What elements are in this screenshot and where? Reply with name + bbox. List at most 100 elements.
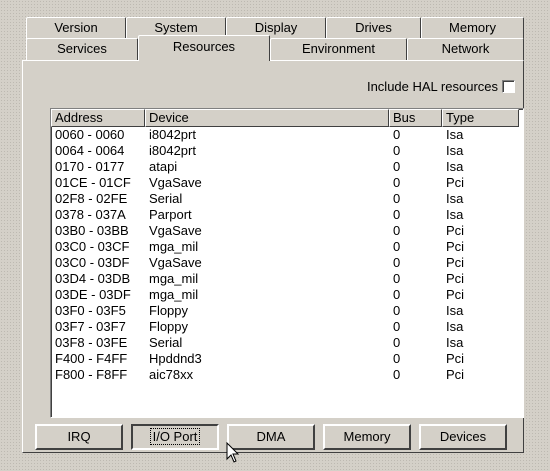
table-cell: mga_mil bbox=[149, 271, 199, 286]
tab-network[interactable]: Network bbox=[407, 38, 524, 60]
irq-button[interactable]: IRQ bbox=[35, 424, 123, 450]
table-cell: VgaSave bbox=[149, 223, 202, 238]
table-cell: 0378 - 037A bbox=[55, 207, 126, 222]
hal-resources-checkbox[interactable] bbox=[502, 80, 515, 93]
table-cell: Isa bbox=[446, 143, 464, 158]
table-cell: VgaSave bbox=[149, 175, 202, 190]
resource-list[interactable]: Address Device Bus Type 0060 - 0060 i8042… bbox=[50, 108, 524, 418]
table-cell: Isa bbox=[446, 335, 464, 350]
table-cell: Hpddnd3 bbox=[149, 351, 202, 366]
io-port-button[interactable]: I/O Port bbox=[131, 424, 219, 450]
table-cell: 0 bbox=[393, 287, 401, 302]
table-cell: mga_mil bbox=[149, 239, 199, 254]
dma-button[interactable]: DMA bbox=[227, 424, 315, 450]
table-cell: Pci bbox=[446, 287, 465, 302]
table-row[interactable]: 03F8 - 03FE Serial 0 Isa bbox=[51, 335, 523, 351]
table-cell: Serial bbox=[149, 335, 183, 350]
table-cell: 02F8 - 02FE bbox=[55, 191, 128, 206]
table-cell: Pci bbox=[446, 351, 465, 366]
tab-memory[interactable]: Memory bbox=[421, 17, 524, 39]
tab-environment[interactable]: Environment bbox=[270, 38, 407, 60]
table-row[interactable]: 0378 - 037A Parport 0 Isa bbox=[51, 207, 523, 223]
table-cell: i8042prt bbox=[149, 127, 196, 142]
table-cell: 03F0 - 03F5 bbox=[55, 303, 126, 318]
column-header-device[interactable]: Device bbox=[145, 109, 389, 127]
column-header-type[interactable]: Type bbox=[442, 109, 519, 127]
table-cell: Isa bbox=[446, 207, 464, 222]
table-row[interactable]: 03B0 - 03BB VgaSave 0 Pci bbox=[51, 223, 523, 239]
table-row[interactable]: 03C0 - 03CF mga_mil 0 Pci bbox=[51, 239, 523, 255]
table-cell: 0 bbox=[393, 239, 401, 254]
table-cell: 0 bbox=[393, 319, 401, 334]
table-row[interactable]: 03D4 - 03DB mga_mil 0 Pci bbox=[51, 271, 523, 287]
table-cell: 01CE - 01CF bbox=[55, 175, 131, 190]
table-cell: 0 bbox=[393, 255, 401, 270]
memory-button-label: Memory bbox=[343, 429, 391, 444]
table-cell: 0 bbox=[393, 159, 401, 174]
mouse-pointer-icon bbox=[226, 442, 240, 463]
dma-button-label: DMA bbox=[256, 429, 286, 444]
table-cell: 0 bbox=[393, 143, 401, 158]
table-cell: 0 bbox=[393, 303, 401, 318]
tab-services[interactable]: Services bbox=[26, 38, 138, 60]
table-row[interactable]: 01CE - 01CF VgaSave 0 Pci bbox=[51, 175, 523, 191]
table-row[interactable]: 02F8 - 02FE Serial 0 Isa bbox=[51, 191, 523, 207]
table-row[interactable]: F400 - F4FF Hpddnd3 0 Pci bbox=[51, 351, 523, 367]
table-cell: Isa bbox=[446, 159, 464, 174]
table-cell: Serial bbox=[149, 191, 183, 206]
table-cell: 03C0 - 03CF bbox=[55, 239, 130, 254]
table-cell: Floppy bbox=[149, 303, 189, 318]
view-button-row: IRQ I/O Port DMA Memory Devices bbox=[35, 424, 515, 450]
table-row[interactable]: 03F7 - 03F7 Floppy 0 Isa bbox=[51, 319, 523, 335]
table-cell: 0 bbox=[393, 207, 401, 222]
table-cell: 03F8 - 03FE bbox=[55, 335, 128, 350]
table-cell: 0170 - 0177 bbox=[55, 159, 125, 174]
table-row[interactable]: 03DE - 03DF mga_mil 0 Pci bbox=[51, 287, 523, 303]
tab-row-front: Services Resources Environment Network bbox=[26, 35, 524, 61]
devices-button-label: Devices bbox=[439, 429, 487, 444]
table-cell: 0 bbox=[393, 367, 401, 382]
table-cell: 03C0 - 03DF bbox=[55, 255, 130, 270]
tab-drives[interactable]: Drives bbox=[326, 17, 421, 39]
table-cell: 03F7 - 03F7 bbox=[55, 319, 126, 334]
list-header: Address Device Bus Type bbox=[51, 109, 523, 127]
table-cell: Pci bbox=[446, 367, 465, 382]
table-cell: mga_mil bbox=[149, 287, 199, 302]
table-cell: Pci bbox=[446, 239, 465, 254]
column-header-address[interactable]: Address bbox=[51, 109, 145, 127]
column-header-bus[interactable]: Bus bbox=[389, 109, 442, 127]
table-cell: Isa bbox=[446, 303, 464, 318]
table-row[interactable]: 0060 - 0060 i8042prt 0 Isa bbox=[51, 127, 523, 143]
table-cell: Pci bbox=[446, 175, 465, 190]
table-row[interactable]: 0064 - 0064 i8042prt 0 Isa bbox=[51, 143, 523, 159]
table-cell: Isa bbox=[446, 319, 464, 334]
table-row[interactable]: 0170 - 0177 atapi 0 Isa bbox=[51, 159, 523, 175]
table-cell: Pci bbox=[446, 271, 465, 286]
table-cell: 0060 - 0060 bbox=[55, 127, 125, 142]
tab-resources[interactable]: Resources bbox=[138, 35, 270, 61]
table-cell: 0 bbox=[393, 127, 401, 142]
table-cell: Parport bbox=[149, 207, 192, 222]
hal-resources-toggle[interactable]: Include HAL resources bbox=[367, 79, 515, 94]
memory-button[interactable]: Memory bbox=[323, 424, 411, 450]
table-cell: aic78xx bbox=[149, 367, 194, 382]
table-cell: 0 bbox=[393, 175, 401, 190]
table-row[interactable]: 03C0 - 03DF VgaSave 0 Pci bbox=[51, 255, 523, 271]
tab-version[interactable]: Version bbox=[26, 17, 126, 39]
devices-button[interactable]: Devices bbox=[419, 424, 507, 450]
table-cell: atapi bbox=[149, 159, 178, 174]
table-cell: 0064 - 0064 bbox=[55, 143, 125, 158]
table-cell: 03DE - 03DF bbox=[55, 287, 131, 302]
table-cell: 0 bbox=[393, 271, 401, 286]
table-cell: 0 bbox=[393, 223, 401, 238]
table-cell: 0 bbox=[393, 191, 401, 206]
resources-panel: Include HAL resources Address Device Bus… bbox=[22, 60, 524, 453]
table-cell: Floppy bbox=[149, 319, 189, 334]
table-row[interactable]: 03F0 - 03F5 Floppy 0 Isa bbox=[51, 303, 523, 319]
dialog-frame: Version System Display Drives Memory Ser… bbox=[22, 17, 532, 457]
table-row[interactable]: F800 - F8FF aic78xx 0 Pci bbox=[51, 367, 523, 383]
table-cell: 0 bbox=[393, 351, 401, 366]
table-cell: 03D4 - 03DB bbox=[55, 271, 131, 286]
table-cell: 0 bbox=[393, 335, 401, 350]
table-cell: 03B0 - 03BB bbox=[55, 223, 129, 238]
